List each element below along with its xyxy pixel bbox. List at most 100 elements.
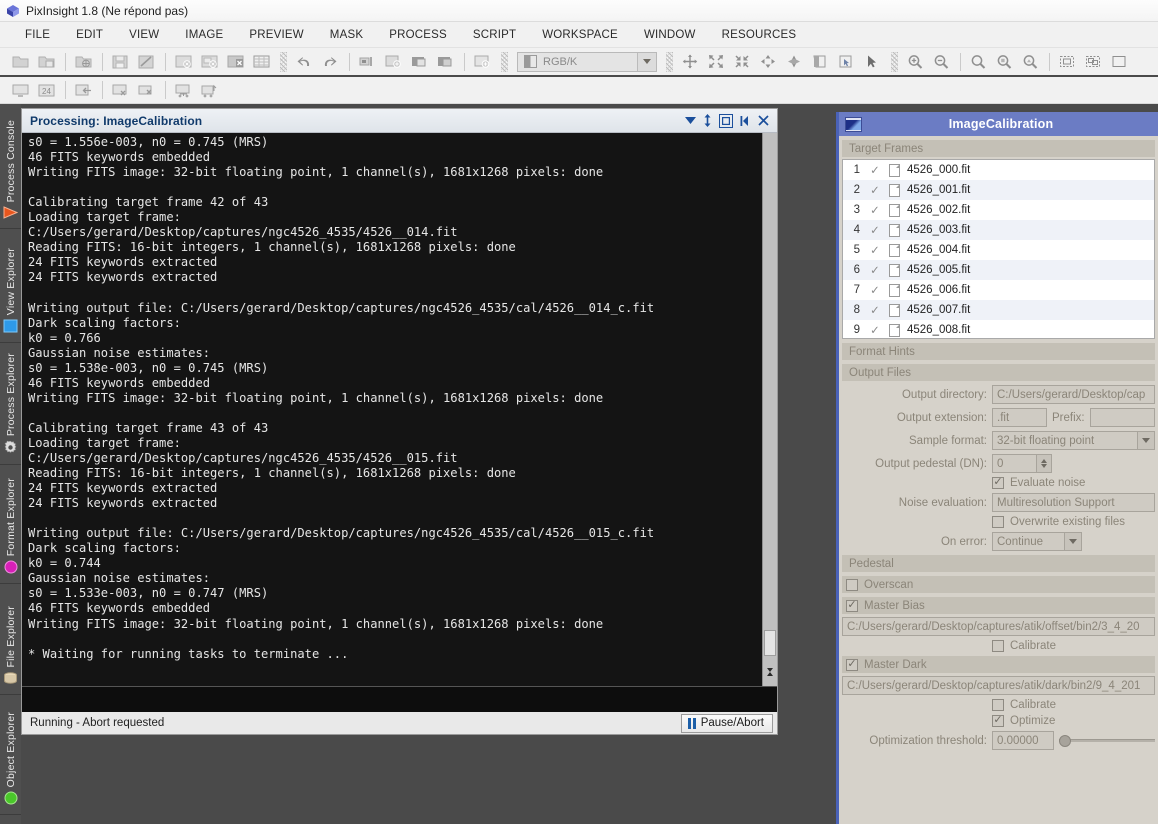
menu-workspace[interactable]: WORKSPACE [529, 25, 631, 45]
chevron-down-icon[interactable] [685, 116, 696, 125]
menu-image[interactable]: IMAGE [172, 25, 236, 45]
toolbar-grip[interactable] [891, 51, 898, 72]
chevron-down-icon[interactable] [637, 52, 656, 71]
check-icon[interactable]: ✓ [865, 203, 885, 217]
24bit-icon[interactable]: 24 [34, 79, 58, 102]
scrollbar-arrows[interactable] [763, 656, 777, 686]
sidebar-item-file-explorer[interactable]: File Explorer [0, 584, 21, 695]
mask-invert-icon[interactable] [433, 50, 457, 73]
sidebar-item-process-explorer[interactable]: Process Explorer [0, 343, 21, 465]
checkbox-icon[interactable] [846, 578, 858, 591]
mask-panel-icon[interactable] [808, 50, 832, 73]
table-row[interactable]: 3 ✓ 4526_002.fit [843, 200, 1154, 220]
prefix-input[interactable] [1089, 408, 1155, 427]
master-bias-calibrate-checkbox[interactable]: Calibrate [992, 640, 1056, 652]
menu-mask[interactable]: MASK [317, 25, 376, 45]
check-icon[interactable]: ✓ [865, 183, 885, 197]
table-row[interactable]: 1 ✓ 4526_000.fit [843, 160, 1154, 180]
target-frames-list[interactable]: 1 ✓ 4526_000.fit 2 ✓ 4526_001.fit 3 ✓ 45… [842, 159, 1155, 339]
table-row[interactable]: 6 ✓ 4526_005.fit [843, 260, 1154, 280]
console-command-input[interactable] [22, 686, 777, 712]
sidebar-item-process-console[interactable]: Process Console [0, 104, 21, 229]
network-down-icon[interactable] [171, 79, 195, 102]
on-error-dropdown[interactable]: Continue [992, 532, 1082, 551]
toolbar-grip[interactable] [501, 51, 508, 72]
check-icon[interactable]: ✓ [865, 163, 885, 177]
screen-transfer-icon[interactable] [8, 79, 32, 102]
checkbox-icon[interactable] [846, 599, 858, 612]
checkbox-icon[interactable] [846, 658, 858, 671]
dock-left-icon[interactable] [740, 115, 751, 127]
sidebar-item-object-explorer[interactable]: Object Explorer [0, 695, 21, 815]
open-folder-copy-icon[interactable] [34, 50, 58, 73]
screen-close-icon[interactable] [108, 79, 132, 102]
expand-all-icon[interactable] [704, 50, 728, 73]
optimization-threshold-input[interactable]: 0.00000 [992, 731, 1054, 750]
zoom-1-1-icon[interactable] [992, 50, 1016, 73]
collapse-all-icon[interactable] [730, 50, 754, 73]
checkbox-icon[interactable] [992, 640, 1004, 652]
pointer-icon[interactable] [860, 50, 884, 73]
save-icon[interactable] [108, 50, 132, 73]
maximize-icon[interactable] [719, 113, 733, 128]
output-extension-input[interactable]: .fit [992, 408, 1047, 427]
section-output-files[interactable]: Output Files [842, 364, 1155, 381]
check-icon[interactable]: ✓ [865, 243, 885, 257]
new-preview-icon[interactable] [470, 50, 494, 73]
save-as-icon[interactable] [134, 50, 158, 73]
table-row[interactable]: 8 ✓ 4526_007.fit [843, 300, 1154, 320]
check-icon[interactable]: ✓ [865, 223, 885, 237]
checkbox-icon[interactable] [992, 516, 1004, 528]
table-row[interactable]: 2 ✓ 4526_001.fit [843, 180, 1154, 200]
sample-format-dropdown[interactable]: 32-bit floating point [992, 431, 1155, 450]
scrollbar-thumb[interactable] [764, 630, 776, 656]
redo-icon[interactable] [318, 50, 342, 73]
toolbar-grip[interactable] [280, 51, 287, 72]
pan-mode-icon[interactable] [782, 50, 806, 73]
select-preview-icon[interactable] [1055, 50, 1079, 73]
menu-view[interactable]: VIEW [116, 25, 172, 45]
close-other-icon[interactable] [223, 50, 247, 73]
new-preview-region-icon[interactable] [1107, 50, 1131, 73]
master-bias-path-input[interactable]: C:/Users/gerard/Desktop/captures/atik/of… [842, 617, 1155, 636]
section-format-hints[interactable]: Format Hints [842, 343, 1155, 360]
menu-script[interactable]: SCRIPT [460, 25, 529, 45]
resize-vertical-icon[interactable] [703, 114, 712, 127]
menu-file[interactable]: FILE [12, 25, 63, 45]
select-previews-icon[interactable] [1081, 50, 1105, 73]
check-icon[interactable]: ✓ [865, 303, 885, 317]
mask-select-icon[interactable] [834, 50, 858, 73]
close-icon[interactable] [758, 115, 769, 126]
table-row[interactable]: 7 ✓ 4526_006.fit [843, 280, 1154, 300]
check-icon[interactable]: ✓ [865, 323, 885, 337]
checkbox-icon[interactable] [992, 477, 1004, 489]
overwrite-files-checkbox[interactable]: Overwrite existing files [992, 516, 1125, 528]
network-up-icon[interactable] [197, 79, 221, 102]
check-icon[interactable]: ✓ [865, 283, 885, 297]
checkbox-icon[interactable] [992, 715, 1004, 727]
slider-knob[interactable] [1059, 734, 1071, 747]
sidebar-item-view-explorer[interactable]: View Explorer [0, 229, 21, 343]
fit-window-icon[interactable] [756, 50, 780, 73]
close-window-icon[interactable] [171, 50, 195, 73]
output-pedestal-stepper[interactable]: 0 [992, 454, 1052, 473]
close-all-icon[interactable] [197, 50, 221, 73]
file-table-icon[interactable] [249, 50, 273, 73]
checkbox-icon[interactable] [992, 699, 1004, 711]
zoom-out-icon[interactable] [929, 50, 953, 73]
evaluate-noise-checkbox[interactable]: Evaluate noise [992, 477, 1085, 489]
menu-process[interactable]: PROCESS [376, 25, 460, 45]
section-master-bias[interactable]: Master Bias [842, 597, 1155, 614]
duplicate-window-icon[interactable] [381, 50, 405, 73]
calibration-title-bar[interactable]: ImageCalibration [839, 112, 1158, 136]
menu-preview[interactable]: PREVIEW [236, 25, 316, 45]
mask-show-icon[interactable] [407, 50, 431, 73]
chevron-down-icon[interactable] [1064, 533, 1081, 550]
menu-resources[interactable]: RESOURCES [709, 25, 810, 45]
chevron-down-icon[interactable] [1137, 432, 1154, 449]
window-fit-icon[interactable] [355, 50, 379, 73]
console-title-bar[interactable]: Processing: ImageCalibration [22, 109, 777, 133]
menu-edit[interactable]: EDIT [63, 25, 116, 45]
section-master-dark[interactable]: Master Dark [842, 656, 1155, 673]
zoom-in-icon[interactable] [903, 50, 927, 73]
